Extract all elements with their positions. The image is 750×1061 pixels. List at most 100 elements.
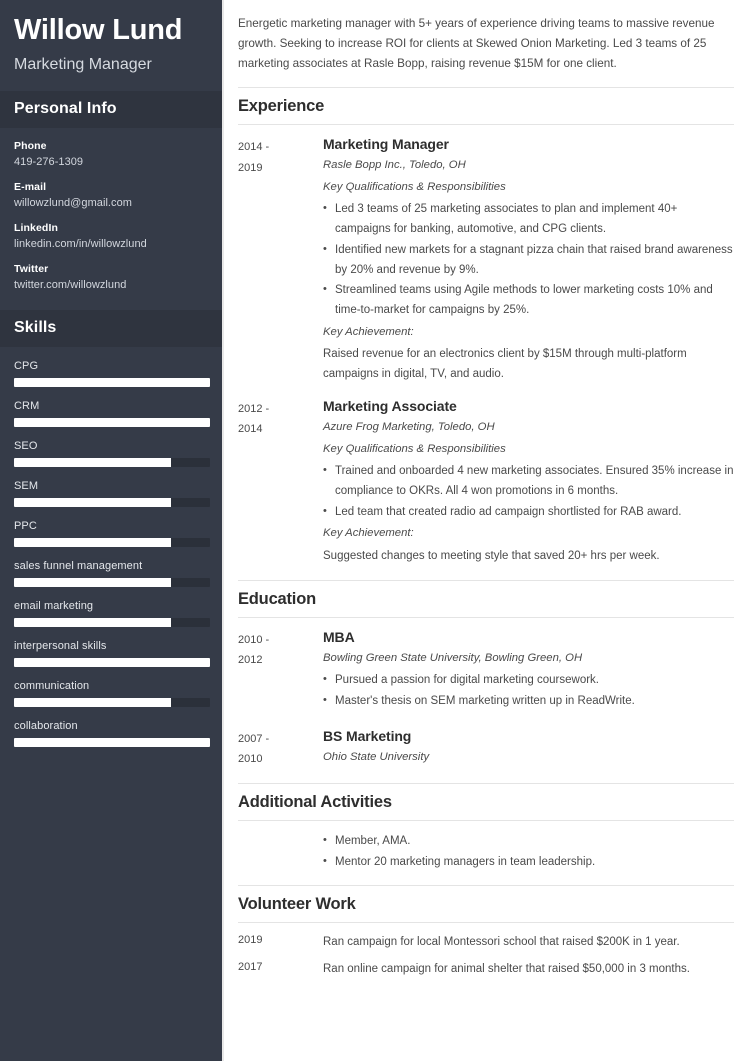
section-header: Education bbox=[238, 579, 734, 618]
entry-body: Marketing Manager Rasle Bopp Inc., Toled… bbox=[323, 136, 734, 385]
skill-bar bbox=[14, 377, 210, 387]
education-detail-list: Pursued a passion for digital marketing … bbox=[323, 670, 734, 712]
skill-label: SEO bbox=[14, 439, 38, 452]
skill-label: CRM bbox=[14, 399, 40, 412]
skill-label: SEM bbox=[14, 479, 39, 492]
section-header: Experience bbox=[238, 87, 734, 126]
skill-bar bbox=[14, 577, 210, 587]
date-end: 2010 bbox=[238, 752, 263, 765]
skill-bar bbox=[14, 697, 210, 707]
company-location: Azure Frog Marketing, Toledo, OH bbox=[323, 421, 495, 433]
section-header: Additional Activities bbox=[238, 783, 734, 822]
skill-item: PPC bbox=[14, 520, 210, 547]
skills-list: CPG CRM SEO SEM PPC sales funnel managem… bbox=[0, 347, 224, 774]
skill-label: CPG bbox=[14, 359, 39, 372]
experience-entry: 2012 - 2014 Marketing Associate Azure Fr… bbox=[238, 398, 734, 567]
skill-label: communication bbox=[14, 679, 90, 692]
name-block: Willow Lund Marketing Manager bbox=[0, 0, 224, 91]
skill-bar-fill bbox=[14, 457, 171, 467]
contact-value[interactable]: twitter.com/willowzlund bbox=[14, 279, 210, 291]
section-title-activities: Additional Activities bbox=[238, 793, 392, 812]
skill-bar bbox=[14, 497, 210, 507]
section-title-education: Education bbox=[238, 589, 316, 608]
volunteer-row: 2019 Ran campaign for local Montessori s… bbox=[238, 934, 734, 950]
skill-label: interpersonal skills bbox=[14, 639, 107, 652]
contact-label: Twitter bbox=[14, 262, 49, 275]
qualifications-label: Key Qualifications & Responsibilities bbox=[323, 442, 506, 455]
entry-body: BS Marketing Ohio State University bbox=[323, 728, 734, 771]
page-title: Willow Lund bbox=[14, 14, 183, 46]
skill-label: email marketing bbox=[14, 599, 94, 612]
contact-value[interactable]: linkedin.com/in/willowzlund bbox=[14, 238, 210, 250]
achievement-label: Key Achievement: bbox=[323, 527, 414, 540]
skill-item: email marketing bbox=[14, 600, 210, 627]
skill-item: CRM bbox=[14, 400, 210, 427]
skill-bar-fill bbox=[14, 657, 210, 667]
section-experience: Experience 2014 - 2019 Marketing Manager… bbox=[238, 87, 734, 566]
date-end: 2014 bbox=[238, 423, 263, 436]
list-item: Pursued a passion for digital marketing … bbox=[323, 670, 734, 691]
personal-info-header: Personal Info bbox=[0, 90, 224, 128]
skill-bar-fill bbox=[14, 497, 171, 507]
section-title-experience: Experience bbox=[238, 97, 325, 116]
job-title: Marketing Manager bbox=[323, 136, 449, 153]
education-entry: 2007 - 2010 BS Marketing Ohio State Univ… bbox=[238, 728, 734, 771]
responsibility-list: Led 3 teams of 25 marketing associates t… bbox=[323, 199, 734, 321]
list-item: Streamlined teams using Agile methods to… bbox=[323, 280, 734, 321]
section-volunteer-work: Volunteer Work 2019 Ran campaign for loc… bbox=[238, 884, 734, 977]
resume-page: Willow Lund Marketing Manager Personal I… bbox=[0, 0, 750, 1061]
list-item: Trained and onboarded 4 new marketing as… bbox=[323, 461, 734, 502]
activities-body: Member, AMA. Mentor 20 marketing manager… bbox=[238, 831, 734, 873]
contact-label: E-mail bbox=[14, 180, 47, 193]
company-location: Rasle Bopp Inc., Toledo, OH bbox=[323, 159, 466, 172]
degree-title: MBA bbox=[323, 628, 355, 645]
skill-label: collaboration bbox=[14, 719, 78, 732]
skill-bar bbox=[14, 617, 210, 627]
section-education: Education 2010 - 2012 MBA Bowling Green … bbox=[238, 579, 734, 771]
skill-bar-fill bbox=[14, 377, 210, 387]
skill-bar bbox=[14, 537, 210, 547]
contact-label: LinkedIn bbox=[14, 221, 58, 234]
skill-bar-fill bbox=[14, 417, 210, 427]
experience-entry: 2014 - 2019 Marketing Manager Rasle Bopp… bbox=[238, 136, 734, 385]
skill-bar-fill bbox=[14, 577, 171, 587]
skills-heading: Skills bbox=[14, 318, 57, 336]
date-start: 2012 - bbox=[238, 403, 270, 415]
list-item: Led 3 teams of 25 marketing associates t… bbox=[323, 199, 734, 240]
section-additional-activities: Additional Activities Member, AMA. Mento… bbox=[238, 783, 734, 873]
education-entry: 2010 - 2012 MBA Bowling Green State Univ… bbox=[238, 629, 734, 715]
volunteer-date: 2019 bbox=[238, 933, 263, 946]
sidebar: Willow Lund Marketing Manager Personal I… bbox=[0, 0, 224, 1061]
entry-body: Marketing Associate Azure Frog Marketing… bbox=[323, 398, 734, 567]
qualifications-label: Key Qualifications & Responsibilities bbox=[323, 180, 506, 193]
skill-bar-fill bbox=[14, 617, 171, 627]
entry-date-range: 2012 - 2014 bbox=[238, 398, 323, 567]
summary-paragraph: Energetic marketing manager with 5+ year… bbox=[238, 17, 715, 71]
volunteer-text: Ran online campaign for animal shelter t… bbox=[323, 962, 690, 975]
skill-label: sales funnel management bbox=[14, 559, 143, 572]
skill-item: CPG bbox=[14, 360, 210, 387]
skill-item: communication bbox=[14, 680, 210, 707]
contact-item-email: E-mail willowzlund@gmail.com bbox=[14, 181, 210, 209]
skills-header: Skills bbox=[0, 309, 224, 347]
entry-date-range: 2014 - 2019 bbox=[238, 136, 323, 385]
school-location: Bowling Green State University, Bowling … bbox=[323, 651, 583, 664]
section-header: Volunteer Work bbox=[238, 884, 734, 923]
skill-bar-fill bbox=[14, 537, 171, 547]
section-title-volunteer: Volunteer Work bbox=[238, 894, 356, 913]
achievement-text: Raised revenue for an electronics client… bbox=[323, 348, 687, 381]
date-start: 2010 - bbox=[238, 633, 270, 646]
skill-item: interpersonal skills bbox=[14, 640, 210, 667]
contact-item-linkedin: LinkedIn linkedin.com/in/willowzlund bbox=[14, 222, 210, 250]
contact-label: Phone bbox=[14, 139, 47, 152]
contact-value[interactable]: willowzlund@gmail.com bbox=[14, 197, 210, 209]
contact-list: Phone 419-276-1309 E-mail willowzlund@gm… bbox=[0, 128, 224, 310]
personal-info-heading: Personal Info bbox=[14, 99, 117, 117]
skill-bar bbox=[14, 417, 210, 427]
skill-item: sales funnel management bbox=[14, 560, 210, 587]
job-title: Marketing Associate bbox=[323, 398, 457, 414]
volunteer-text: Ran campaign for local Montessori school… bbox=[323, 935, 680, 948]
date-end: 2019 bbox=[238, 161, 263, 174]
achievement-text: Suggested changes to meeting style that … bbox=[323, 549, 660, 562]
contact-value[interactable]: 419-276-1309 bbox=[14, 156, 210, 168]
